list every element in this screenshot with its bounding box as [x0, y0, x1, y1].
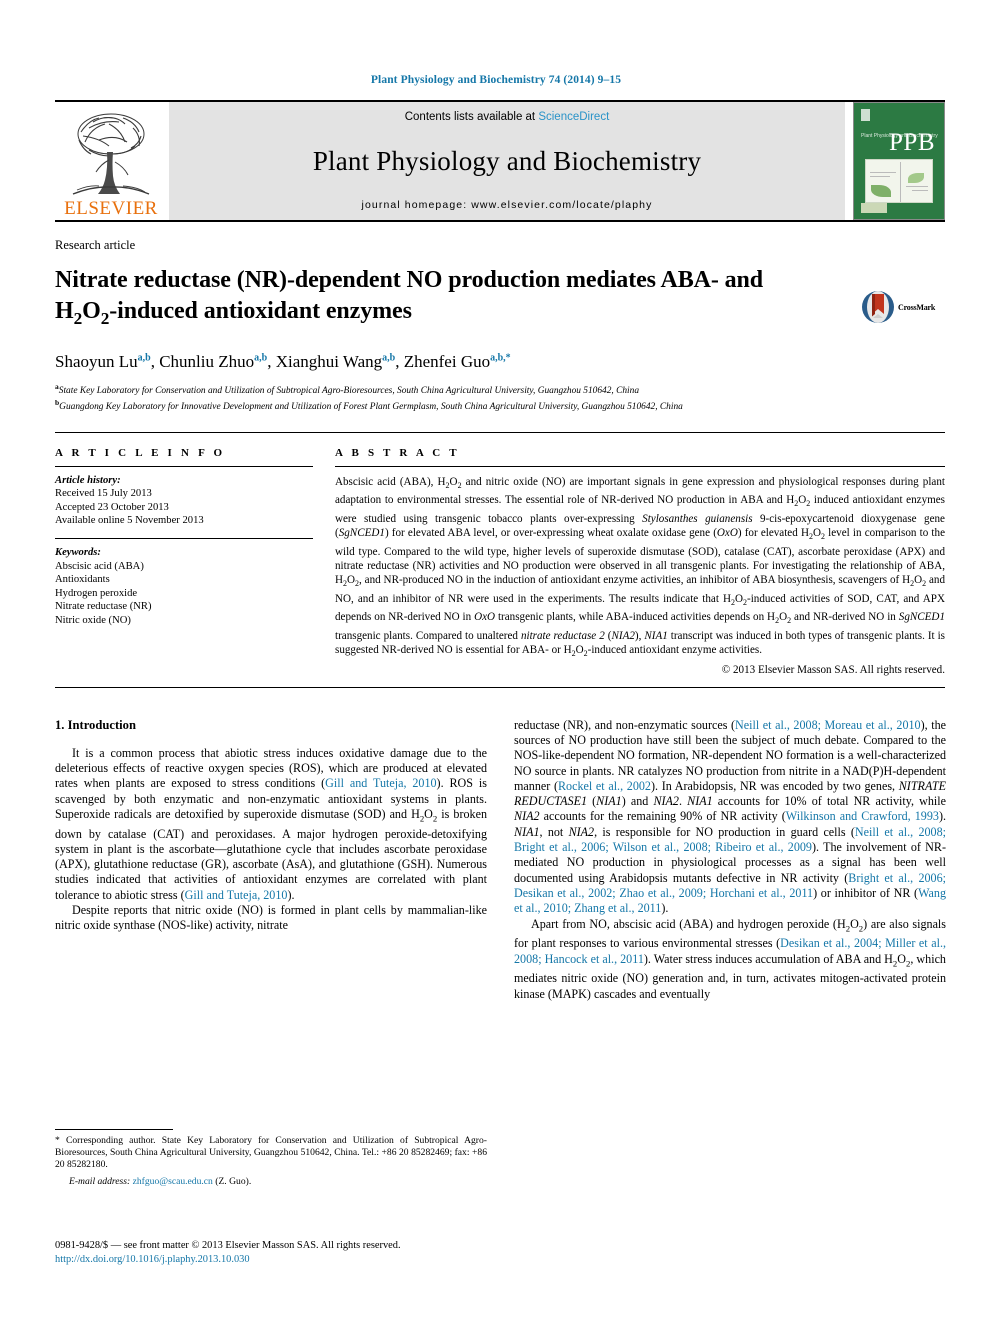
paragraph: Apart from NO, abscisic acid (ABA) and h… [514, 916, 946, 1001]
author-affiliation-marker: a,b [254, 352, 268, 364]
history-item: Accepted 23 October 2013 [55, 501, 169, 513]
journal-homepage-line[interactable]: journal homepage: www.elsevier.com/locat… [362, 199, 653, 211]
author-affiliation-marker: a,b,* [490, 352, 511, 364]
keyword-item: Hydrogen peroxide [55, 587, 138, 599]
citation-link[interactable]: Gill and Tuteja, 2010 [325, 776, 436, 790]
footnote-text: * Corresponding author. State Key Labora… [55, 1135, 487, 1171]
body-column-right: reductase (NR), and non-enzymatic source… [514, 718, 946, 1002]
contents-prefix-text: Contents lists available at [404, 111, 539, 123]
citation-link[interactable]: Desikan et al., 2004; Miller et al., 200… [514, 936, 946, 965]
elsevier-tree-icon [72, 113, 150, 195]
elsevier-logo: ELSEVIER [55, 102, 167, 220]
keyword-item: Abscisic acid (ABA) [55, 560, 144, 572]
citation-link[interactable]: Bright et al., 2006; Desikan et al., 200… [514, 871, 946, 900]
running-head: Plant Physiology and Biochemistry 74 (20… [370, 74, 622, 86]
doi-link[interactable]: http://dx.doi.org/10.1016/j.plaphy.2013.… [55, 1253, 515, 1267]
contents-available-line: Contents lists available at ScienceDirec… [405, 111, 610, 123]
article-category: Research article [55, 238, 136, 252]
article-info-heading: A R T I C L E I N F O [55, 446, 226, 459]
citation-link[interactable]: Gill and Tuteja, 2010 [185, 888, 288, 902]
author-item[interactable]: Xianghui Wanga,b [276, 352, 396, 371]
article-header: Research article Nitrate reductase (NR)-… [55, 220, 945, 414]
sciencedirect-link[interactable]: ScienceDirect [538, 111, 609, 123]
cover-figure-image [865, 159, 933, 203]
masthead-bottom-rule [55, 220, 945, 222]
abstract-column: A B S T R A C T Abscisic acid (ABA), H2O… [335, 447, 945, 676]
author-affiliation-marker: a,b [382, 352, 396, 364]
abstract-heading: A B S T R A C T [335, 446, 460, 459]
cover-top-icon [861, 109, 870, 121]
imprint-block: 0981-9428/$ — see front matter © 2013 El… [55, 1239, 515, 1267]
keywords-block: Keywords: Abscisic acid (ABA) Antioxidan… [55, 539, 313, 626]
imprint-front-matter: 0981-9428/$ — see front matter © 2013 El… [55, 1240, 401, 1251]
abstract-text: Abscisic acid (ABA), H2O2 and nitric oxi… [335, 475, 945, 659]
email-label: E-mail address: [69, 1175, 131, 1187]
paragraph: It is a common process that abiotic stre… [55, 745, 487, 902]
history-item: Received 15 July 2013 [55, 488, 152, 500]
section-heading-introduction: 1. Introduction [55, 717, 136, 732]
author-list: Shaoyun Lua,b, Chunliu Zhuoa,b, Xianghui… [55, 351, 511, 371]
keyword-item: Nitrate reductase (NR) [55, 601, 152, 613]
article-body: 1. Introduction It is a common process t… [55, 718, 946, 1002]
keywords-label: Keywords: [55, 547, 101, 559]
paragraph: Despite reports that nitric oxide (NO) i… [55, 903, 487, 933]
keyword-item: Nitric oxide (NO) [55, 614, 131, 626]
affiliation-list: aState Key Laboratory for Conservation a… [55, 381, 935, 414]
author-item[interactable]: Chunliu Zhuoa,b [159, 352, 267, 371]
citation-link[interactable]: Wilkinson and Crawford, 1993 [786, 809, 939, 823]
journal-article-page: Plant Physiology and Biochemistry 74 (20… [0, 0, 992, 1323]
info-abstract-band: A R T I C L E I N F O Article history: R… [55, 431, 945, 676]
band-bottom-rule [55, 686, 945, 688]
cover-bottom-icon [861, 203, 887, 213]
corresponding-author-footnote: * Corresponding author. State Key Labora… [55, 1129, 487, 1187]
history-item: Available online 5 November 2013 [55, 515, 204, 527]
crossmark-icon [862, 291, 894, 323]
footnote-rule [55, 1129, 173, 1130]
author-item[interactable]: Zhenfei Guoa,b,* [404, 352, 511, 371]
elsevier-wordmark: ELSEVIER [64, 198, 158, 219]
article-history-block: Article history: Received 15 July 2013 A… [55, 467, 313, 528]
author-item[interactable]: Shaoyun Lua,b [55, 352, 151, 371]
affiliation-item: bGuangdong Key Laboratory for Innovative… [55, 398, 683, 413]
email-link[interactable]: zhfguo@scau.edu.cn [133, 1176, 213, 1187]
title-line-2: H2O2-induced antioxidant enzymes [55, 298, 412, 328]
journal-title: Plant Physiology and Biochemistry [312, 145, 702, 176]
author-affiliation-marker: a,b [137, 352, 151, 364]
cover-abbrev-label: PPB [889, 129, 935, 156]
page-title: Nitrate reductase (NR)-dependent NO prod… [55, 265, 815, 334]
crossmark-badge[interactable]: CrossMark [861, 290, 945, 324]
affiliation-item: aState Key Laboratory for Conservation a… [55, 381, 640, 396]
citation-link[interactable]: Neill et al., 2008; Moreau et al., 2010 [735, 718, 921, 732]
email-owner: (Z. Guo). [215, 1175, 252, 1187]
crossmark-label: CrossMark [898, 302, 936, 312]
paragraph: reductase (NR), and non-enzymatic source… [514, 717, 946, 916]
body-column-left: 1. Introduction It is a common process t… [55, 718, 487, 1002]
title-line-1: Nitrate reductase (NR)-dependent NO prod… [55, 267, 764, 293]
abstract-copyright: © 2013 Elsevier Masson SAS. All rights r… [721, 663, 945, 676]
journal-masthead: ELSEVIER Contents lists available at Sci… [55, 100, 945, 220]
article-info-column: A R T I C L E I N F O Article history: R… [55, 447, 313, 676]
masthead-center-panel: Contents lists available at ScienceDirec… [169, 102, 845, 220]
article-history-label: Article history: [55, 474, 121, 486]
citation-link[interactable]: Rockel et al., 2002 [558, 779, 651, 793]
journal-cover-thumbnail: Plant Physiology and Biochemistry PPB [853, 102, 945, 220]
footnote-email-line: E-mail address: zhfguo@scau.edu.cn (Z. G… [55, 1176, 487, 1187]
keyword-item: Antioxidants [55, 574, 110, 586]
